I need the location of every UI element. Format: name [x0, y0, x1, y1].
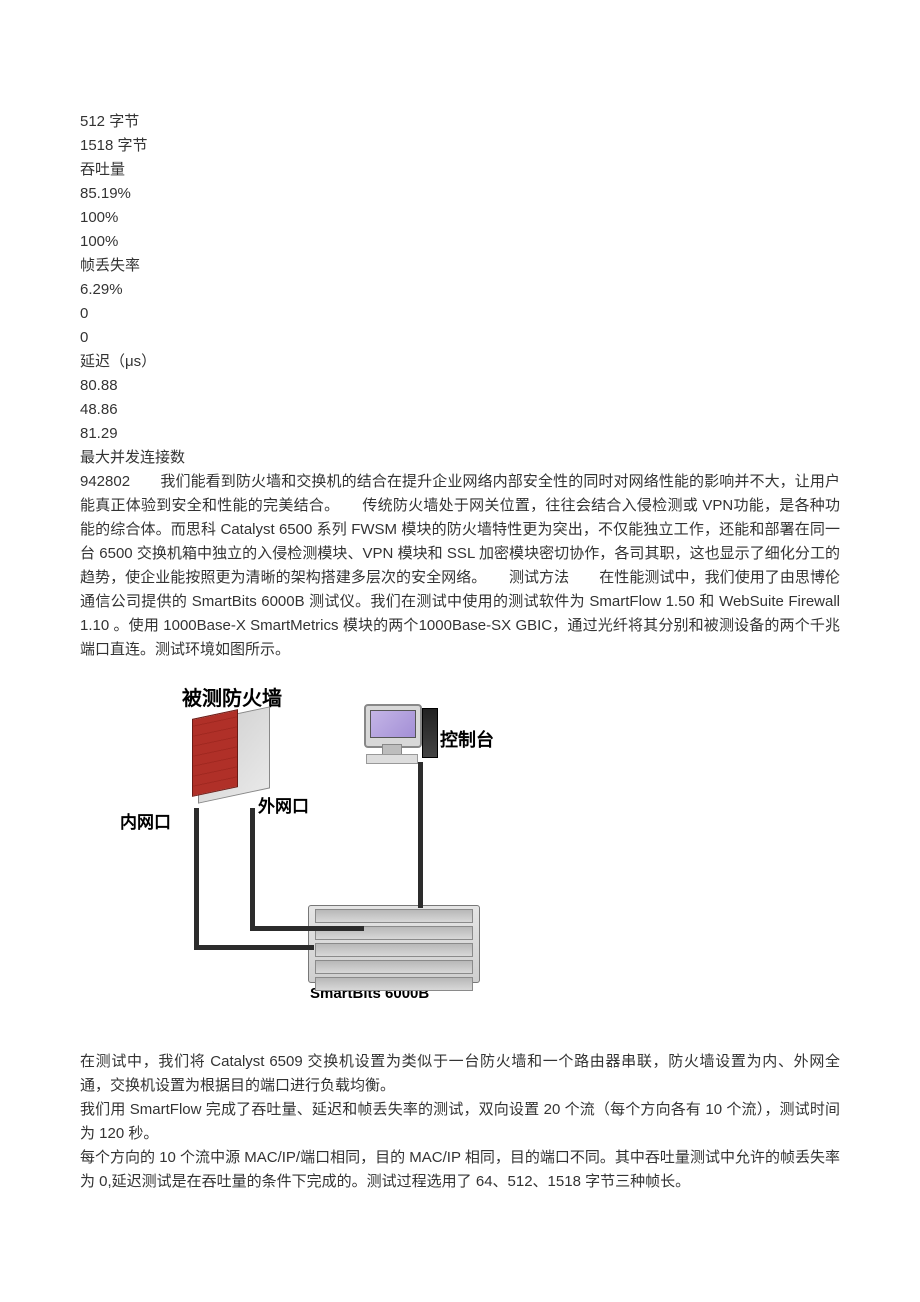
monitor-icon [364, 704, 422, 748]
body-paragraph-2: 在测试中，我们将 Catalyst 6509 交换机设置为类似于一台防火墙和一个… [80, 1050, 840, 1098]
keyboard-icon [366, 754, 418, 764]
cable-icon [194, 808, 199, 950]
body-paragraph-4: 每个方向的 10 个流中源 MAC/IP/端口相同，目的 MAC/IP 相同，目… [80, 1146, 840, 1194]
cable-icon [250, 808, 255, 930]
label-inport: 内网口 [120, 808, 171, 833]
cable-icon [250, 926, 364, 931]
data-line: 延迟（μs） [80, 350, 840, 374]
body-paragraph-3: 我们用 SmartFlow 完成了吞吐量、延迟和帧丢失率的测试，双向设置 20 … [80, 1098, 840, 1146]
data-line: 48.86 [80, 398, 840, 422]
page: 512 字节 1518 字节 吞吐量 85.19% 100% 100% 帧丢失率… [0, 0, 920, 1254]
cable-icon [194, 945, 314, 950]
data-line: 1518 字节 [80, 134, 840, 158]
pc-tower-icon [422, 708, 438, 758]
data-line: 85.19% [80, 182, 840, 206]
network-diagram: 被测防火墙 控制台 内网口 外网口 SmartBits 6000B [120, 680, 550, 1020]
cable-icon [418, 762, 423, 908]
label-console: 控制台 [440, 726, 494, 752]
body-paragraph-1: 942802 我们能看到防火墙和交换机的结合在提升企业网络内部安全性的同时对网络… [80, 470, 840, 662]
firewall-icon [188, 696, 280, 818]
data-line: 帧丢失率 [80, 254, 840, 278]
data-line: 6.29% [80, 278, 840, 302]
data-line: 100% [80, 206, 840, 230]
data-line: 512 字节 [80, 110, 840, 134]
data-line: 最大并发连接数 [80, 446, 840, 470]
data-line: 80.88 [80, 374, 840, 398]
data-line: 81.29 [80, 422, 840, 446]
smartbits-rack-icon [308, 905, 480, 983]
data-line: 0 [80, 326, 840, 350]
data-line: 100% [80, 230, 840, 254]
data-line: 0 [80, 302, 840, 326]
data-line: 吞吐量 [80, 158, 840, 182]
